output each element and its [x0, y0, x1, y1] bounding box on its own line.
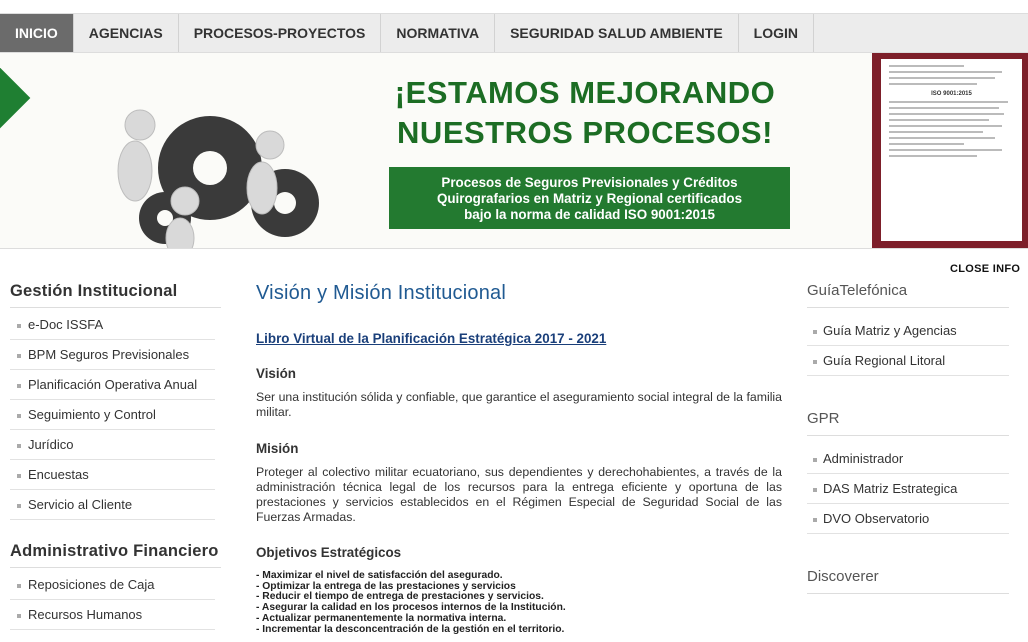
- guia-telefonica-heading: GuíaTelefónica: [807, 282, 1009, 308]
- gestion-institucional-heading: Gestión Institucional: [10, 282, 221, 308]
- gpr-heading: GPR: [807, 410, 1009, 436]
- link-guia-regional[interactable]: Guía Regional Litoral: [807, 346, 1009, 376]
- objective-item: - Actualizar permanentemente la normativ…: [256, 612, 507, 624]
- certificate-image: ISO 9001:2015: [872, 53, 1028, 248]
- left-sidebar: Gestión Institucional e-Doc ISSFA BPM Se…: [10, 282, 221, 630]
- link-das-matriz[interactable]: DAS Matriz Estrategica: [807, 474, 1009, 504]
- banner-subtitle: Procesos de Seguros Previsionales y Créd…: [389, 167, 790, 229]
- hero-banner[interactable]: ¡ESTAMOS MEJORANDO NUESTROS PROCESOS! Pr…: [0, 53, 1028, 249]
- link-servicio-cliente[interactable]: Servicio al Cliente: [10, 490, 215, 520]
- page-title: Visión y Misión Institucional: [256, 282, 506, 304]
- main-content: Visión y Misión Institucional Libro Virt…: [256, 282, 782, 635]
- objetivos-list: - Maximizar el nivel de satisfacción del…: [256, 570, 782, 635]
- vision-text: Ser una institución sólida y confiable, …: [256, 390, 782, 419]
- nav-inicio[interactable]: INICIO: [0, 14, 74, 52]
- link-encuestas[interactable]: Encuestas: [10, 460, 215, 490]
- nav-normativa[interactable]: NORMATIVA: [381, 14, 496, 52]
- banner-title: ¡ESTAMOS MEJORANDO NUESTROS PROCESOS!: [394, 75, 776, 150]
- nav-login[interactable]: LOGIN: [739, 14, 815, 52]
- cert-iso-label: ISO 9001:2015: [931, 91, 972, 97]
- right-sidebar: GuíaTelefónica Guía Matriz y Agencias Gu…: [807, 282, 1009, 596]
- link-planificacion-operativa[interactable]: Planificación Operativa Anual: [10, 370, 215, 400]
- administrativo-financiero-heading: Administrativo Financiero: [10, 542, 221, 568]
- link-edoc-issfa[interactable]: e-Doc ISSFA: [10, 310, 215, 340]
- link-dvo-observatorio[interactable]: DVO Observatorio: [807, 504, 1009, 534]
- nav-agencias[interactable]: AGENCIAS: [74, 14, 179, 52]
- link-juridico[interactable]: Jurídico: [10, 430, 215, 460]
- libro-virtual-link[interactable]: Libro Virtual de la Planificación Estrat…: [256, 331, 782, 346]
- vision-heading: Visión: [256, 366, 296, 381]
- link-administrador[interactable]: Administrador: [807, 444, 1009, 474]
- link-guia-matriz[interactable]: Guía Matriz y Agencias: [807, 316, 1009, 346]
- link-recursos-humanos[interactable]: Recursos Humanos: [10, 600, 215, 630]
- objective-item: - Incrementar la desconcentración de la …: [256, 623, 565, 635]
- main-nav: INICIO AGENCIAS PROCESOS-PROYECTOS NORMA…: [0, 13, 1028, 53]
- link-seguimiento-control[interactable]: Seguimiento y Control: [10, 400, 215, 430]
- objetivos-heading: Objetivos Estratégicos: [256, 545, 402, 560]
- gears-figures-illustration: [117, 109, 319, 248]
- link-bpm-seguros[interactable]: BPM Seguros Previsionales: [10, 340, 215, 370]
- nav-procesos-proyectos[interactable]: PROCESOS-PROYECTOS: [179, 14, 382, 52]
- mision-heading: Misión: [256, 441, 299, 456]
- discoverer-heading: Discoverer: [807, 568, 1009, 594]
- link-reposiciones-caja[interactable]: Reposiciones de Caja: [10, 570, 215, 600]
- mision-text: Proteger al colectivo militar ecuatorian…: [256, 465, 782, 524]
- close-info-button[interactable]: CLOSE INFO: [950, 263, 1020, 275]
- nav-seguridad-salud-ambiente[interactable]: SEGURIDAD SALUD AMBIENTE: [495, 14, 739, 52]
